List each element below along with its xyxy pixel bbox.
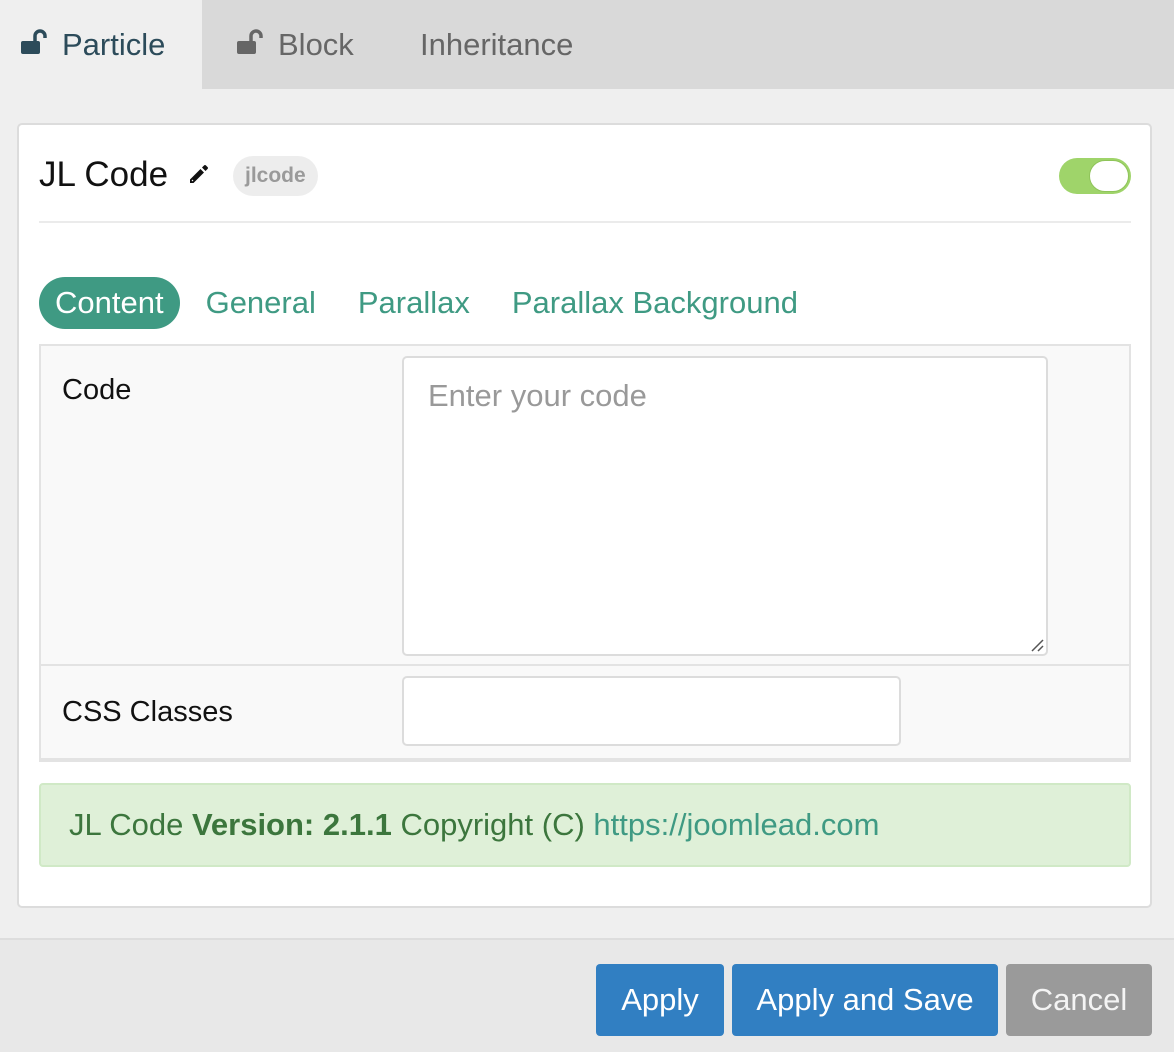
subtab-parallax-background[interactable]: Parallax Background — [496, 277, 814, 329]
form-row-code: Code Enter your code — [41, 346, 1129, 666]
tab-label: Block — [278, 26, 354, 62]
code-textarea[interactable]: Enter your code — [402, 356, 1048, 656]
tab-label: Particle — [62, 26, 166, 62]
joomlead-link[interactable]: https://joomlead.com — [593, 807, 879, 842]
unlock-icon — [237, 28, 263, 54]
tab-block[interactable]: Block — [236, 0, 354, 89]
code-placeholder: Enter your code — [428, 378, 647, 413]
apply-and-save-button[interactable]: Apply and Save — [732, 964, 998, 1036]
subtab-parallax[interactable]: Parallax — [342, 277, 486, 329]
unlock-icon — [21, 28, 47, 54]
subtab-content[interactable]: Content — [39, 277, 180, 329]
toggle-knob — [1089, 160, 1129, 192]
header-divider — [39, 221, 1131, 223]
sub-tab-bar: Content General Parallax Parallax Backgr… — [39, 277, 824, 329]
tab-particle[interactable]: Particle — [0, 0, 202, 89]
subtab-general[interactable]: General — [190, 277, 332, 329]
footer-bar: Apply Apply and Save Cancel — [0, 938, 1174, 1052]
version-notice: JL Code Version: 2.1.1 Copyright (C) htt… — [39, 783, 1131, 867]
css-classes-label: CSS Classes — [62, 696, 233, 728]
particle-type-badge: jlcode — [233, 156, 318, 196]
code-label: Code — [62, 374, 132, 406]
form-row-css-classes: CSS Classes — [41, 666, 1129, 760]
enable-toggle[interactable] — [1059, 158, 1131, 194]
resize-handle-icon[interactable] — [1030, 638, 1044, 652]
content-form: Code Enter your code CSS Classes — [39, 344, 1131, 762]
pencil-icon[interactable] — [187, 162, 211, 186]
particle-title: JL Code — [39, 155, 169, 194]
notice-version: Version: 2.1.1 — [191, 807, 392, 842]
notice-prefix: JL Code — [69, 807, 184, 842]
particle-panel: JL Code jlcode Content General Parallax … — [17, 123, 1152, 908]
tab-inheritance[interactable]: Inheritance — [420, 0, 573, 89]
css-classes-input[interactable] — [402, 676, 901, 746]
tab-label: Inheritance — [420, 26, 574, 62]
top-tab-bar: Particle Block Inheritance — [0, 0, 1174, 89]
apply-button[interactable]: Apply — [596, 964, 724, 1036]
notice-copyright: Copyright (C) — [400, 807, 585, 842]
cancel-button[interactable]: Cancel — [1006, 964, 1152, 1036]
